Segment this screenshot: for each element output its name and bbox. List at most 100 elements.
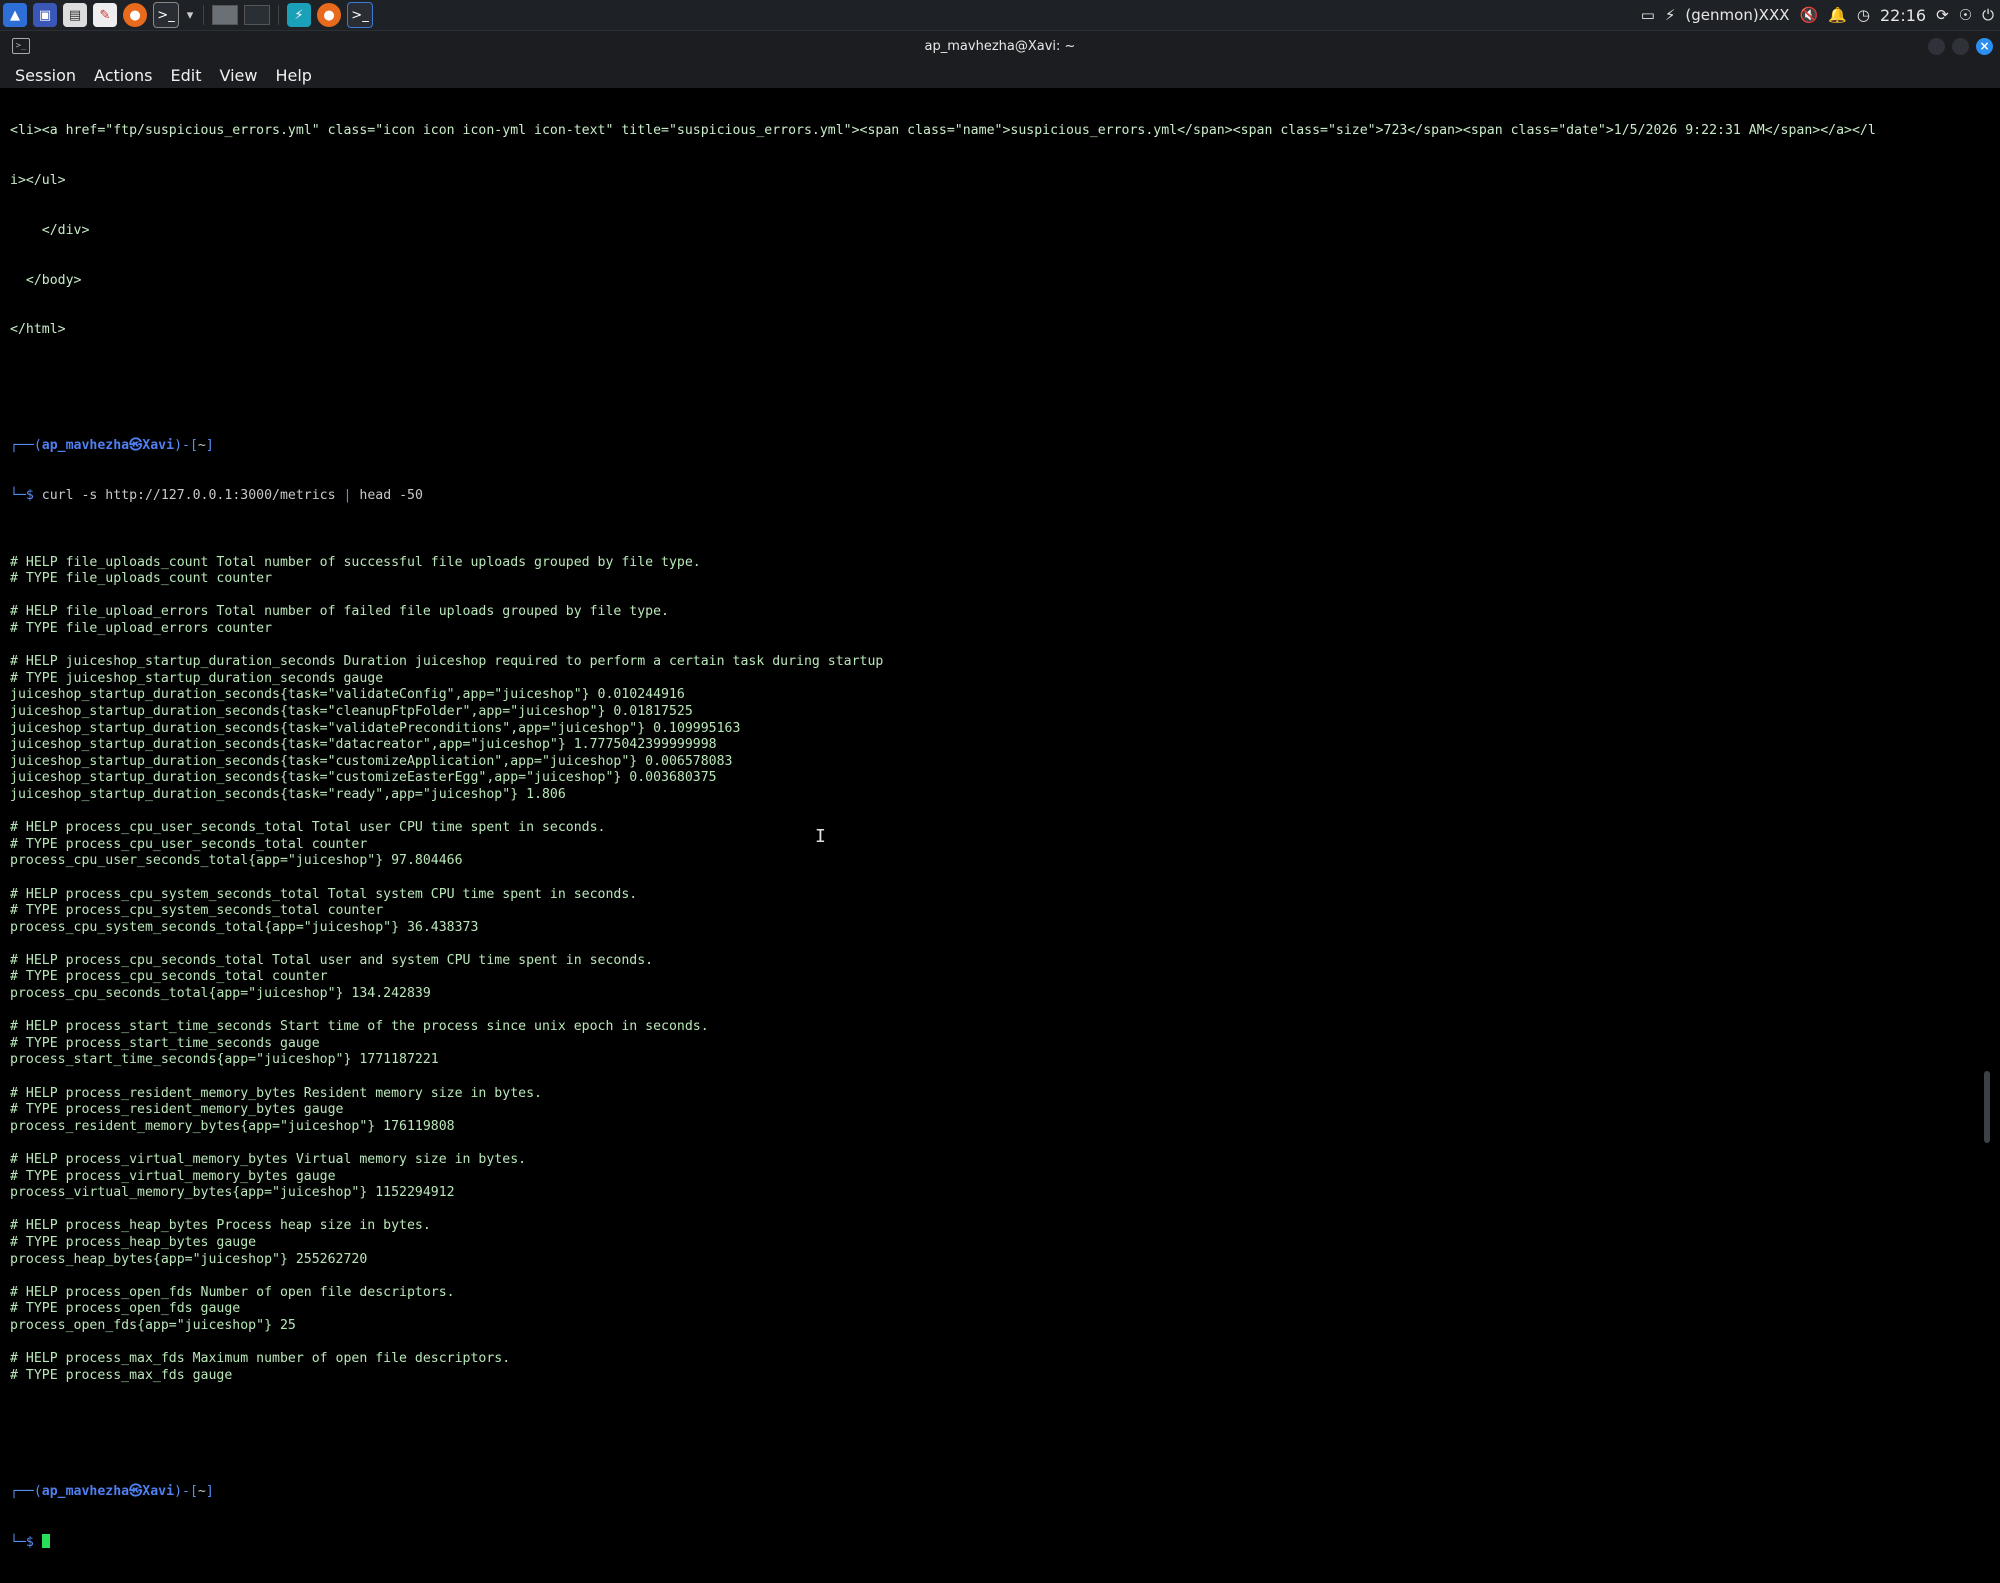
prompt-decoration: ]	[205, 438, 214, 454]
chevron-down-icon[interactable]: ▾	[185, 3, 195, 27]
menu-view[interactable]: View	[219, 66, 257, 85]
prompt-decoration: ┌──(	[10, 438, 42, 454]
workspace-2[interactable]	[244, 5, 270, 25]
output-line: process_cpu_system_seconds_total{app="ju…	[10, 919, 479, 935]
terminal-icon[interactable]: >_	[153, 2, 179, 28]
panel-tray: ▭ ⚡ (genmon)XXX 🔇 🔔 ◷ 22:16 ⟳ ☉ ⏻	[1641, 0, 1994, 30]
maximize-button[interactable]	[1952, 38, 1969, 55]
prompt-user: ap_mavhezha	[41, 438, 130, 454]
output-line: juiceshop_startup_duration_seconds{task=…	[10, 720, 741, 736]
minimize-button[interactable]	[1928, 38, 1945, 55]
command-text: curl -s http://127.0.0.1:3000/metrics	[41, 488, 336, 504]
close-button[interactable]: ×	[1976, 38, 1993, 55]
metrics-output: # HELP file_uploads_count Total number o…	[10, 555, 1970, 1385]
clock[interactable]: 22:16	[1880, 6, 1926, 25]
output-line: # HELP process_max_fds Maximum number of…	[10, 1351, 511, 1367]
prompt-decoration: ]	[205, 1483, 214, 1499]
prompt-at: ㉿	[129, 1483, 143, 1499]
terminal-window-icon[interactable]: >_	[347, 2, 373, 28]
output-line: process_cpu_user_seconds_total{app="juic…	[10, 853, 463, 869]
output-line: juiceshop_startup_duration_seconds{task=…	[10, 753, 733, 769]
output-line: # HELP process_start_time_seconds Start …	[10, 1019, 709, 1035]
html-output-line: <li><a href="ftp/suspicious_errors.yml" …	[10, 123, 1876, 139]
command-line: └─$ curl -s http://127.0.0.1:3000/metric…	[10, 488, 1970, 505]
scrollbar[interactable]	[1984, 1071, 1990, 1143]
html-output-line: </html>	[10, 322, 66, 338]
output-line: # TYPE process_start_time_seconds gauge	[10, 1035, 320, 1051]
mouse-ibeam-icon: I	[815, 826, 826, 847]
output-line: # HELP process_virtual_memory_bytes Virt…	[10, 1152, 527, 1167]
output-line: # HELP file_uploads_count Total number o…	[10, 554, 701, 570]
prompt-decoration: ┌──(	[10, 1483, 42, 1499]
output-line: # TYPE file_upload_errors counter	[10, 621, 273, 636]
text-editor-icon[interactable]: ✎	[93, 3, 117, 27]
genmon-icon: ⚡	[1664, 6, 1676, 24]
clock-icon: ◷	[1856, 6, 1870, 24]
network-icon[interactable]: ☉	[1959, 6, 1972, 24]
menu-actions[interactable]: Actions	[94, 66, 152, 85]
prompt-line-1: ┌──(ap_mavhezha㉿Xavi)-[~]	[10, 438, 1970, 455]
output-line: process_start_time_seconds{app="juicesho…	[10, 1052, 439, 1068]
prompt-dir: ~	[197, 1483, 206, 1499]
lightning-app-icon[interactable]: ⚡	[287, 3, 311, 27]
output-line: # TYPE process_open_fds gauge	[10, 1301, 241, 1317]
output-line: # HELP process_cpu_system_seconds_total …	[10, 886, 638, 902]
volume-muted-icon[interactable]: 🔇	[1800, 6, 1819, 24]
output-line: process_heap_bytes{app="juiceshop"} 2552…	[10, 1251, 368, 1267]
menu-session[interactable]: Session	[15, 66, 76, 85]
menu-bar: Session Actions Edit View Help	[0, 62, 2000, 88]
prompt-decoration: └─$	[10, 1534, 42, 1550]
prompt-host: Xavi	[142, 1483, 175, 1499]
output-line: # HELP process_cpu_user_seconds_total To…	[10, 820, 606, 836]
active-command-line[interactable]: └─$	[10, 1533, 1970, 1551]
menu-edit[interactable]: Edit	[171, 66, 202, 85]
firefox-window-icon[interactable]: ●	[317, 3, 341, 27]
kali-menu-icon[interactable]: ▲	[3, 3, 27, 27]
output-line: # TYPE process_virtual_memory_bytes gaug…	[10, 1168, 336, 1184]
genmon-label[interactable]: (genmon)XXX	[1685, 6, 1789, 24]
output-line: # HELP process_cpu_seconds_total Total u…	[10, 952, 654, 968]
file-manager-icon[interactable]: ▤	[63, 3, 87, 27]
power-icon[interactable]: ⏻	[1982, 6, 1994, 24]
refresh-icon[interactable]: ⟳	[1936, 6, 1949, 24]
output-line: juiceshop_startup_duration_seconds{task=…	[10, 737, 717, 753]
display-icon[interactable]: ▭	[1641, 6, 1655, 24]
terminal-output[interactable]: <li><a href="ftp/suspicious_errors.yml" …	[10, 90, 1970, 1583]
window-titlebar[interactable]: >_ ap_mavhezha@Xavi: ~ ×	[0, 31, 2000, 62]
output-line: # TYPE file_uploads_count counter	[10, 571, 273, 587]
prompt-at: ㉿	[129, 438, 143, 454]
terminal-window: >_ ap_mavhezha@Xavi: ~ × Session Actions…	[0, 31, 2000, 1550]
firefox-icon[interactable]: ●	[123, 3, 147, 27]
output-line: # TYPE juiceshop_startup_duration_second…	[10, 670, 384, 686]
menu-help[interactable]: Help	[275, 66, 311, 85]
text-cursor	[41, 1533, 50, 1548]
prompt-decoration: )-[	[174, 1483, 198, 1499]
output-line: # TYPE process_heap_bytes gauge	[10, 1234, 257, 1250]
output-line: process_cpu_seconds_total{app="juiceshop…	[10, 986, 431, 1002]
output-line: juiceshop_startup_duration_seconds{task=…	[10, 687, 685, 703]
output-line: juiceshop_startup_duration_seconds{task=…	[10, 703, 693, 719]
pipe-symbol: |	[343, 488, 352, 504]
prompt-dir: ~	[197, 438, 206, 454]
show-desktop-icon[interactable]: ▣	[33, 3, 57, 27]
output-line: juiceshop_startup_duration_seconds{task=…	[10, 770, 717, 786]
output-line: process_open_fds{app="juiceshop"} 25	[10, 1317, 296, 1333]
workspace-1[interactable]	[212, 5, 238, 25]
output-line: # TYPE process_max_fds gauge	[10, 1367, 233, 1383]
output-line: # HELP process_open_fds Number of open f…	[10, 1284, 455, 1300]
prompt-decoration: )-[	[174, 438, 198, 454]
notification-bell-icon[interactable]: 🔔	[1828, 6, 1847, 24]
